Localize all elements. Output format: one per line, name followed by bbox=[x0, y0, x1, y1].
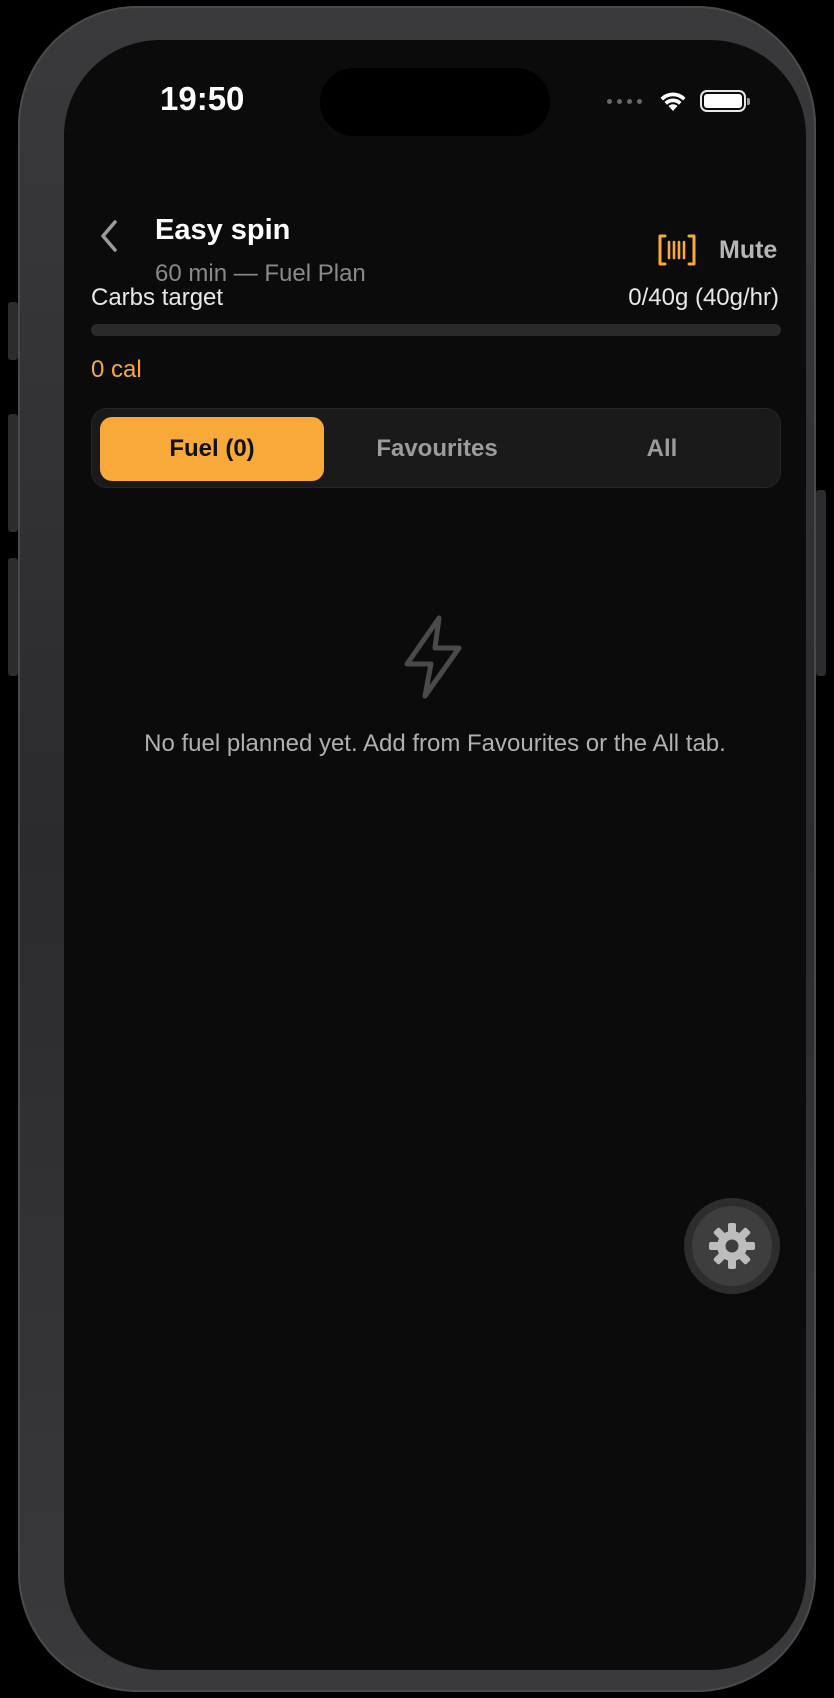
carbs-target-value: 0/40g (40g/hr) bbox=[628, 284, 779, 311]
back-button[interactable] bbox=[94, 216, 124, 256]
header: Easy spin 60 min — Fuel Plan Mute bbox=[64, 180, 806, 287]
volume-down-button bbox=[8, 558, 18, 676]
carbs-progress-bar bbox=[91, 324, 781, 336]
side-button bbox=[816, 490, 826, 676]
calories-value: 0 cal bbox=[91, 356, 142, 383]
wifi-icon bbox=[660, 92, 686, 111]
tab-fuel[interactable]: Fuel (0) bbox=[100, 417, 324, 481]
status-time: 19:50 bbox=[160, 80, 245, 117]
settings-button-inner bbox=[692, 1206, 772, 1286]
barcode-scan-button[interactable] bbox=[658, 234, 696, 266]
battery-icon bbox=[700, 90, 750, 112]
tab-all[interactable]: All bbox=[550, 417, 774, 481]
status-indicators bbox=[607, 86, 750, 116]
dynamic-island bbox=[320, 68, 550, 136]
chevron-left-icon bbox=[101, 220, 117, 252]
empty-state-message: No fuel planned yet. Add from Favourites… bbox=[144, 730, 726, 757]
action-button bbox=[8, 302, 18, 360]
mute-button[interactable]: Mute bbox=[719, 236, 777, 265]
gear-icon bbox=[709, 1223, 755, 1269]
lightning-bolt-icon bbox=[404, 615, 462, 699]
settings-button[interactable] bbox=[684, 1198, 780, 1294]
volume-up-button bbox=[8, 414, 18, 532]
device-frame: 19:50 Easy spin 60 min — Fuel Plan Mute … bbox=[8, 6, 826, 1692]
carbs-target-label: Carbs target bbox=[91, 284, 224, 311]
barcode-scan-icon bbox=[658, 234, 696, 266]
cellular-dots-icon bbox=[607, 98, 642, 104]
fuel-tabs: Fuel (0) Favourites All bbox=[91, 408, 781, 488]
page-title: Easy spin bbox=[155, 214, 291, 246]
tab-favourites[interactable]: Favourites bbox=[325, 417, 549, 481]
app-screen: 19:50 Easy spin 60 min — Fuel Plan Mute … bbox=[64, 40, 806, 1670]
